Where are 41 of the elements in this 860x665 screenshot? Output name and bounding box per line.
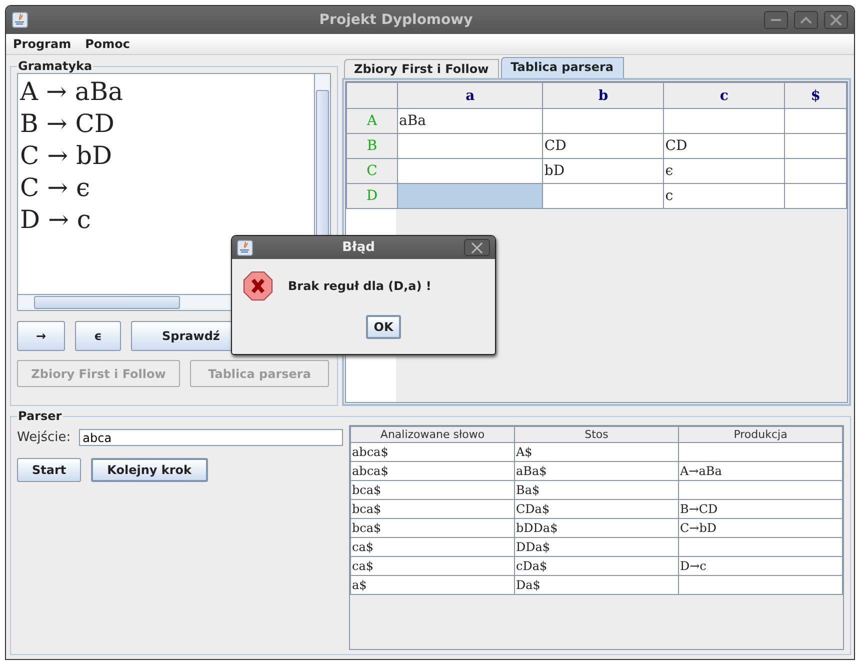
table-cell: ca$ [350, 538, 514, 556]
table-cell: Ba$ [514, 480, 678, 500]
table-cell: ca$ [350, 556, 514, 576]
grammar-rule: A → aBa [20, 76, 124, 108]
column-header: c [664, 82, 785, 108]
table-cell: Da$ [514, 576, 678, 594]
table-cell: abca$ [350, 462, 514, 480]
row-header: A [346, 108, 398, 134]
table-cell: A→aBa [678, 462, 842, 480]
table-cell: aBa$ [514, 462, 678, 480]
column-header: b [542, 82, 664, 108]
panel-title: Parser [17, 409, 63, 423]
column-header: a [398, 82, 543, 108]
table-cell: bca$ [350, 500, 514, 518]
table-cell: D→c [678, 556, 842, 576]
table-cell: a$ [350, 576, 514, 594]
column-header: Stos [514, 426, 678, 442]
column-header: Produkcja [678, 426, 842, 442]
table-cell: A$ [514, 442, 678, 462]
table-cell: cDa$ [514, 556, 678, 576]
row-header: D [346, 184, 398, 208]
column-header: $ [784, 82, 846, 108]
table-cell: abca$ [350, 442, 514, 462]
window-title: Projekt Dyplomowy [318, 12, 474, 28]
table-cell: B→CD [678, 500, 842, 518]
dialog-title: Błąd [341, 240, 376, 255]
grammar-rule: D → c [20, 204, 92, 236]
panel-title: Gramatyka [17, 59, 94, 73]
grammar-rule: B → CD [20, 108, 116, 140]
row-header: B [346, 134, 398, 158]
table-cell: DDa$ [514, 538, 678, 556]
grammar-rule: C → bD [20, 140, 114, 172]
table-cell: bca$ [350, 480, 514, 500]
row-header: C [346, 158, 398, 184]
column-header: Analizowane słowo [350, 426, 514, 442]
table-cell: CDa$ [514, 500, 678, 518]
grammar-rule: C → ϵ [20, 172, 91, 204]
table-cell: bDDa$ [514, 518, 678, 538]
table-cell: C→bD [678, 518, 842, 538]
table-cell: bca$ [350, 518, 514, 538]
input-label: Wejście: [17, 430, 71, 445]
